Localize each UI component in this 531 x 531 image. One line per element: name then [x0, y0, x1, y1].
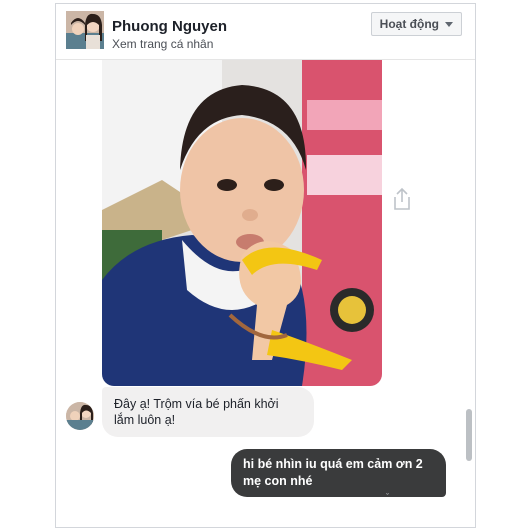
avatar-image: [66, 11, 104, 49]
incoming-message[interactable]: Đây ạ! Trộm vía bé phấn khởi lắm luôn ạ!: [102, 387, 314, 437]
outgoing-message[interactable]: hi bé nhìn iu quá em cảm ơn 2 mẹ con nhé: [231, 449, 446, 497]
sender-avatar[interactable]: [66, 402, 94, 430]
chat-window: Phuong Nguyen Xem trang cá nhân Hoạt độn…: [55, 3, 476, 528]
baby-photo-image: [102, 60, 382, 386]
status-button[interactable]: Hoạt động: [370, 12, 462, 36]
read-marker: ˇ: [386, 492, 389, 502]
shared-photo[interactable]: [102, 60, 382, 386]
scrollbar-thumb[interactable]: [466, 409, 472, 461]
sender-avatar-image: [66, 402, 94, 430]
view-profile-link[interactable]: Xem trang cá nhân: [112, 37, 213, 51]
chat-header: Phuong Nguyen Xem trang cá nhân Hoạt độn…: [56, 4, 475, 60]
share-icon[interactable]: [392, 187, 412, 211]
contact-name[interactable]: Phuong Nguyen: [112, 18, 227, 35]
status-button-label: Hoạt động: [379, 17, 439, 31]
avatar[interactable]: [66, 11, 104, 49]
chevron-down-icon: [445, 21, 453, 27]
